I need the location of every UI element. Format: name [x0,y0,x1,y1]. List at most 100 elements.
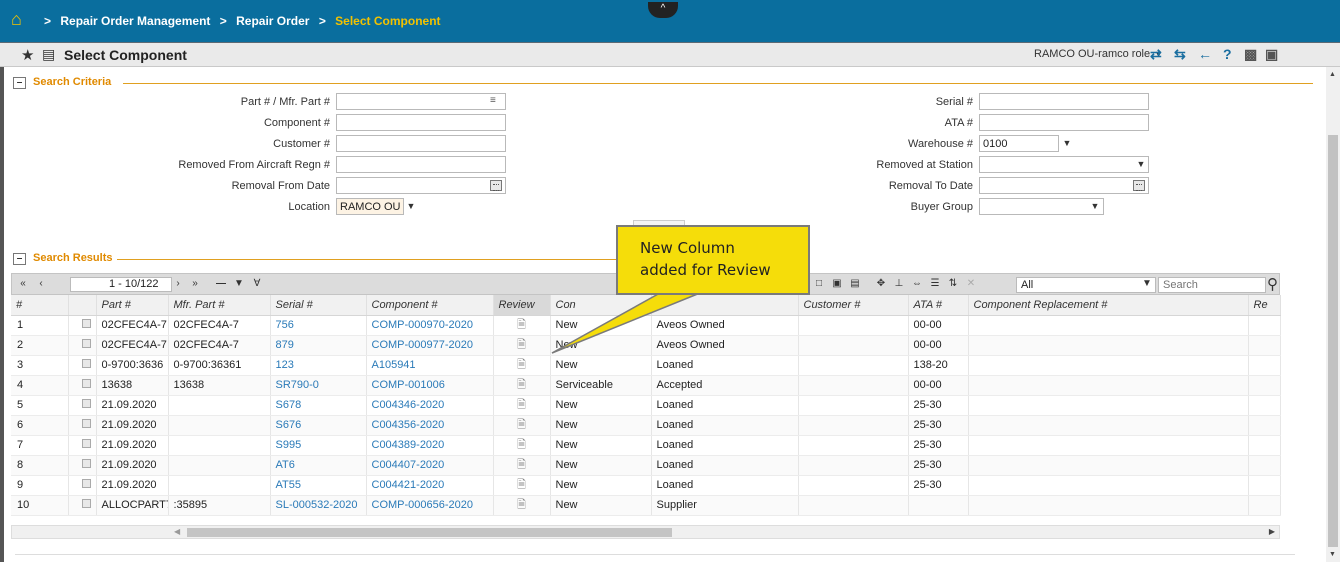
column-header[interactable] [68,295,97,316]
favorite-star-icon[interactable]: ★ [21,46,34,64]
column-header-review[interactable]: Review [493,295,551,316]
part-mfr-part-input[interactable] [336,93,506,110]
settings-window-icon[interactable]: ▩ [1244,46,1257,63]
column-header[interactable]: Part # [96,295,169,316]
column-header[interactable]: Mfr. Part # [168,295,271,316]
review-document-icon[interactable]: 🗎 [517,399,526,411]
component-link[interactable]: C004356-2020 [366,415,494,436]
serial-link[interactable]: S678 [270,395,367,416]
review-document-icon[interactable]: 🗎 [517,379,526,391]
table-row[interactable]: 7 21.09.2020 S995 C004389-2020 🗎 New Loaned 25-… [11,435,1281,456]
serial-link[interactable]: AT55 [270,475,367,496]
location-select[interactable] [336,198,404,215]
scrollbar-thumb[interactable] [1328,135,1338,547]
chevron-down-icon[interactable]: ▼ [1140,277,1154,291]
row-checkbox[interactable] [81,319,91,328]
component-link[interactable]: A105941 [366,355,494,376]
swap-icon[interactable]: ⇆ [1174,46,1186,63]
buyer-group-select[interactable] [979,198,1104,215]
table-row[interactable]: 6 21.09.2020 S676 C004356-2020 🗎 New Loaned 25-… [11,415,1281,436]
grid-search-input[interactable] [1158,277,1266,293]
next-page-icon[interactable]: › [172,277,184,291]
row-checkbox[interactable] [81,399,91,408]
chevron-down-icon[interactable]: ▼ [1088,198,1102,215]
role-selector[interactable]: RAMCO OU-ramco role ▼ [1034,48,1163,60]
scroll-left-icon[interactable]: ◀ [174,527,180,536]
sort-icon[interactable]: ⇅ [946,277,960,291]
serial-link[interactable]: SL-000532-2020 [270,495,367,516]
multi-select-icon[interactable]: ≡ [490,95,496,106]
minimize-window-icon[interactable]: ▣ [1265,46,1278,63]
review-document-icon[interactable]: 🗎 [517,419,526,431]
pin-icon[interactable]: ⊥ [892,277,906,291]
export-excel-icon[interactable]: ▣ [830,277,844,291]
freeze-column-icon[interactable]: ⇔ [910,277,924,291]
column-header[interactable]: Component Replacement # [968,295,1249,316]
component-link[interactable]: COMP-000970-2020 [366,315,494,336]
expand-icon[interactable]: ✥ [874,277,888,291]
pagination-display[interactable]: 1 - 10/122 [70,277,172,292]
shuffle-icon[interactable]: ⇄ [1150,46,1162,63]
column-header[interactable] [651,295,799,316]
column-header[interactable]: ATA # [908,295,969,316]
review-document-icon[interactable]: 🗎 [517,339,526,351]
removed-aircraft-input[interactable] [336,156,506,173]
component-link[interactable]: COMP-001006 [366,375,494,396]
serial-link[interactable]: S676 [270,415,367,436]
calendar-icon[interactable] [490,180,502,191]
breadcrumb-repair-order[interactable]: Repair Order [236,14,309,28]
home-icon[interactable]: ⌂ [11,10,31,28]
row-checkbox[interactable] [81,419,91,428]
column-header[interactable]: # [11,295,69,316]
column-header[interactable]: Customer # [798,295,909,316]
export-doc-icon[interactable]: ▤ [848,277,862,291]
component-input[interactable] [336,114,506,131]
menu-list-icon[interactable]: ▤ [42,46,55,63]
component-link[interactable]: C004407-2020 [366,455,494,476]
collapse-section-icon[interactable]: – [13,253,26,265]
row-checkbox[interactable] [81,379,91,388]
row-checkbox[interactable] [81,359,91,368]
clear-sort-icon[interactable]: ✕ [964,277,978,291]
calendar-icon[interactable] [1133,180,1145,191]
table-row[interactable]: 4 13638 13638 SR790-0 COMP-001006 🗎 Serviceabl… [11,375,1281,396]
serial-input[interactable] [979,93,1149,110]
column-header[interactable]: Con [550,295,652,316]
filter-icon[interactable]: ▼ [232,277,246,291]
ata-input[interactable] [979,114,1149,131]
column-header[interactable]: Serial # [270,295,367,316]
breadcrumb-repair-order-management[interactable]: Repair Order Management [60,14,210,28]
component-link[interactable]: C004346-2020 [366,395,494,416]
search-icon[interactable]: ⚲ [1267,275,1278,293]
scroll-up-icon[interactable]: ▲ [1329,71,1336,78]
removed-station-select[interactable] [979,156,1149,173]
component-link[interactable]: C004389-2020 [366,435,494,456]
serial-link[interactable]: AT6 [270,455,367,476]
table-row[interactable]: 10 ALLOCPART7:35895 SL-000532-2020 COMP-000… [11,495,1281,516]
collapse-section-icon[interactable]: – [13,77,26,89]
serial-link[interactable]: 879 [270,335,367,356]
review-document-icon[interactable]: 🗎 [517,319,526,331]
row-checkbox[interactable] [81,459,91,468]
prev-page-icon[interactable]: ‹ [34,277,48,291]
chevron-down-icon[interactable]: ▼ [1060,135,1074,152]
serial-link[interactable]: 123 [270,355,367,376]
serial-link[interactable]: 756 [270,315,367,336]
chevron-down-icon[interactable]: ▼ [1134,156,1148,173]
component-link[interactable]: COMP-000977-2020 [366,335,494,356]
review-document-icon[interactable]: 🗎 [517,479,526,491]
vertical-scrollbar[interactable]: ▲ ▼ [1326,67,1340,562]
horizontal-scrollbar[interactable]: ◀ ▶ [11,525,1280,539]
customer-input[interactable] [336,135,506,152]
copy-icon[interactable]: □ [812,277,826,291]
removal-from-date-input[interactable] [336,177,506,194]
table-row[interactable]: 9 21.09.2020 AT55 C004421-2020 🗎 New Loaned 25-… [11,475,1281,496]
serial-link[interactable]: S995 [270,435,367,456]
chevron-down-icon[interactable]: ▼ [404,198,418,215]
serial-link[interactable]: SR790-0 [270,375,367,396]
last-page-icon[interactable]: » [188,277,202,291]
review-document-icon[interactable]: 🗎 [517,499,526,511]
table-row[interactable]: 8 21.09.2020 AT6 C004407-2020 🗎 New Loaned 25-3… [11,455,1281,476]
remove-row-icon[interactable]: — [214,277,228,291]
column-header[interactable]: Component # [366,295,494,316]
